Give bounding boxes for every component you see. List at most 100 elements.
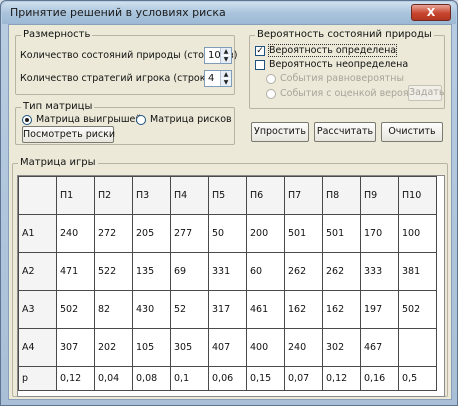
matrix-cell[interactable]: 501 <box>284 214 323 253</box>
matrix-cell[interactable]: 200 <box>246 214 285 253</box>
title-bar[interactable]: Принятие решений в условиях риска X <box>2 2 456 24</box>
probabilities-group: Вероятность состояний природы ✓ Вероятно… <box>249 29 445 109</box>
probability-cell[interactable]: 0,1 <box>170 366 209 391</box>
player-strategies-value[interactable]: 4 <box>208 73 214 84</box>
column-header: П10 <box>398 176 437 215</box>
matrix-cell[interactable]: 262 <box>322 252 361 291</box>
matrix-cell[interactable]: 277 <box>170 214 209 253</box>
matrix-cell[interactable]: 262 <box>284 252 323 291</box>
row-header: p <box>18 366 57 391</box>
matrix-cell[interactable]: 400 <box>246 328 285 367</box>
table-row: A2 471 522 135 69 331 60 262 262 333 381 <box>18 252 437 291</box>
probability-known-label[interactable]: Вероятность определена <box>267 44 398 57</box>
table-row: A4 307 202 105 305 407 400 240 302 467 <box>18 328 437 367</box>
calculate-button[interactable]: Рассчитать <box>314 122 376 142</box>
matrix-cell[interactable]: 52 <box>170 290 209 329</box>
matrix-cell[interactable]: 135 <box>132 252 171 291</box>
player-strategies-label: Количество стратегий игрока (строк) <box>20 73 210 84</box>
matrix-cell[interactable]: 50 <box>208 214 247 253</box>
matrix-cell[interactable]: 305 <box>170 328 209 367</box>
matrix-cell[interactable]: 407 <box>208 328 247 367</box>
ordered-radio[interactable] <box>266 89 276 99</box>
matrix-cell[interactable] <box>398 328 437 367</box>
payoff-matrix-radio[interactable] <box>22 115 32 125</box>
header-row: П1 П2 П3 П4 П5 П6 П7 П8 П9 П10 <box>18 176 437 215</box>
probability-cell[interactable]: 0,12 <box>56 366 95 391</box>
probability-known-checkbox[interactable]: ✓ <box>255 46 265 56</box>
column-header: П4 <box>170 176 209 215</box>
matrix-cell[interactable]: 82 <box>94 290 133 329</box>
matrix-cell[interactable]: 162 <box>284 290 323 329</box>
probability-unknown-checkbox[interactable] <box>255 60 265 70</box>
matrix-cell[interactable]: 60 <box>246 252 285 291</box>
spinner-arrows: ▲ ▼ <box>220 71 231 86</box>
matrix-legend: Матрица игры <box>18 157 98 168</box>
nature-states-value[interactable]: 10 <box>208 50 221 61</box>
probability-cell[interactable]: 0,16 <box>360 366 399 391</box>
radio-dot-icon <box>25 118 29 122</box>
row-header: A1 <box>18 214 57 253</box>
matrix-cell[interactable]: 205 <box>132 214 171 253</box>
risk-matrix-label[interactable]: Матрица рисков <box>150 114 232 125</box>
matrix-cell[interactable]: 522 <box>94 252 133 291</box>
probability-cell[interactable]: 0,15 <box>246 366 285 391</box>
matrix-cell[interactable]: 381 <box>398 252 437 291</box>
probabilities-legend: Вероятность состояний природы <box>255 29 434 40</box>
matrix-type-group: Тип матрицы Матрица выигрышей Матрица ри… <box>15 101 235 145</box>
risk-matrix-radio[interactable] <box>136 115 146 125</box>
matrix-cell[interactable]: 471 <box>56 252 95 291</box>
matrix-cell[interactable]: 467 <box>360 328 399 367</box>
set-probabilities-button[interactable]: Задать <box>408 85 444 101</box>
spinner-arrows: ▲ ▼ <box>220 48 231 63</box>
matrix-cell[interactable]: 162 <box>322 290 361 329</box>
probability-cell[interactable]: 0,04 <box>94 366 133 391</box>
matrix-cell[interactable]: 197 <box>360 290 399 329</box>
matrix-cell[interactable]: 69 <box>170 252 209 291</box>
matrix-cell[interactable]: 170 <box>360 214 399 253</box>
show-risks-button[interactable]: Посмотреть риски <box>22 126 115 143</box>
nature-states-spinner[interactable]: 10 ▲ ▼ <box>204 47 232 64</box>
client-area: Размерность Количество состояний природы… <box>8 24 452 400</box>
matrix-cell[interactable]: 240 <box>56 214 95 253</box>
matrix-cell[interactable]: 105 <box>132 328 171 367</box>
game-matrix-table: П1 П2 П3 П4 П5 П6 П7 П8 П9 П10 A1 240 27… <box>18 176 437 391</box>
matrix-cell[interactable]: 307 <box>56 328 95 367</box>
probability-cell[interactable]: 0,07 <box>284 366 323 391</box>
column-header: П3 <box>132 176 171 215</box>
simplify-button[interactable]: Упростить <box>251 122 309 142</box>
spin-down-icon[interactable]: ▼ <box>221 56 231 63</box>
matrix-cell[interactable]: 240 <box>284 328 323 367</box>
probability-row: p 0,12 0,04 0,08 0,1 0,06 0,15 0,07 0,12… <box>18 366 437 391</box>
game-matrix-grid[interactable]: П1 П2 П3 П4 П5 П6 П7 П8 П9 П10 A1 240 27… <box>17 175 445 397</box>
spin-down-icon[interactable]: ▼ <box>221 79 231 86</box>
probability-unknown-label[interactable]: Вероятность неопределена <box>269 59 408 70</box>
clear-button[interactable]: Очистить <box>381 122 443 142</box>
spin-up-icon[interactable]: ▲ <box>221 48 231 55</box>
probability-cell[interactable]: 0,08 <box>132 366 171 391</box>
probability-cell[interactable]: 0,12 <box>322 366 361 391</box>
matrix-cell[interactable]: 501 <box>322 214 361 253</box>
matrix-cell[interactable]: 333 <box>360 252 399 291</box>
matrix-cell[interactable]: 461 <box>246 290 285 329</box>
player-strategies-spinner[interactable]: 4 ▲ ▼ <box>204 70 232 87</box>
matrix-cell[interactable]: 272 <box>94 214 133 253</box>
close-button[interactable]: X <box>411 4 451 21</box>
equiprobable-radio[interactable] <box>266 74 276 84</box>
matrix-cell[interactable]: 202 <box>94 328 133 367</box>
column-header: П2 <box>94 176 133 215</box>
matrix-cell[interactable]: 502 <box>56 290 95 329</box>
grid-corner <box>18 176 57 215</box>
matrix-cell[interactable]: 100 <box>398 214 437 253</box>
matrix-cell[interactable]: 302 <box>322 328 361 367</box>
probability-cell[interactable]: 0,06 <box>208 366 247 391</box>
matrix-cell[interactable]: 430 <box>132 290 171 329</box>
table-row: A1 240 272 205 277 50 200 501 501 170 10… <box>18 214 437 253</box>
column-header: П8 <box>322 176 361 215</box>
payoff-matrix-label[interactable]: Матрица выигрышей <box>36 114 142 125</box>
matrix-cell[interactable]: 317 <box>208 290 247 329</box>
window-title: Принятие решений в условиях риска <box>10 6 226 19</box>
probability-cell[interactable]: 0,5 <box>398 366 437 391</box>
matrix-cell[interactable]: 502 <box>398 290 437 329</box>
matrix-cell[interactable]: 331 <box>208 252 247 291</box>
spin-up-icon[interactable]: ▲ <box>221 71 231 78</box>
